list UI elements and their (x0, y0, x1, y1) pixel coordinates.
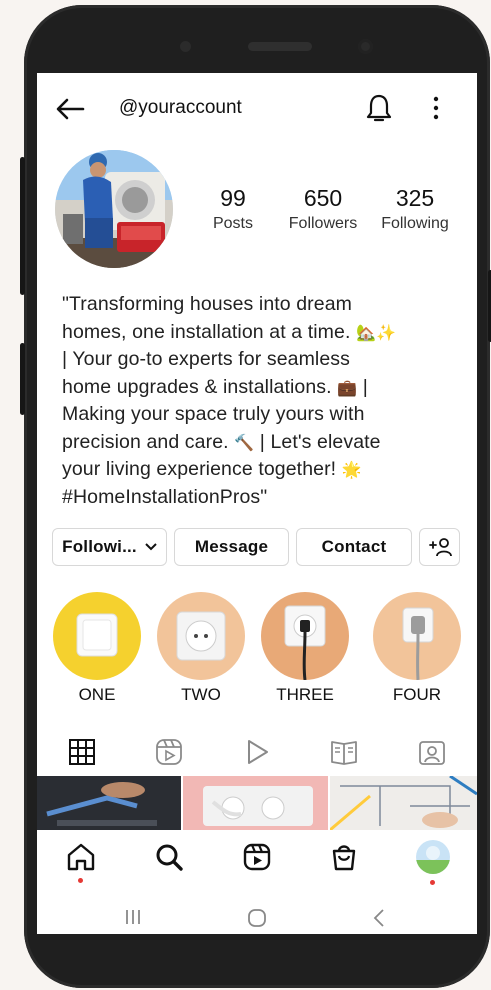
reels-nav-icon[interactable] (242, 842, 272, 872)
back-arrow-icon[interactable] (55, 96, 85, 122)
chevron-down-icon (145, 543, 157, 551)
bio-hashtag[interactable]: #HomeInstallationPros" (62, 484, 462, 512)
message-button[interactable]: Message (174, 528, 289, 566)
plugged-outlet-icon (284, 605, 326, 680)
landscape-avatar (416, 840, 450, 874)
recents-icon[interactable] (124, 908, 142, 926)
post-image-floorplan (330, 776, 477, 830)
highlight-label: THREE (276, 685, 334, 704)
app-screen: @youraccount 99 Posts 650 Followers 325 … (37, 73, 477, 934)
post-thumbnail[interactable] (37, 776, 181, 830)
search-icon[interactable] (154, 842, 184, 872)
front-camera (358, 39, 373, 54)
username: @youraccount (119, 97, 242, 118)
highlight-label: TWO (181, 685, 221, 704)
followers-count: 650 (303, 185, 343, 211)
earpiece-speaker (248, 42, 312, 51)
briefcase-emoji: 💼 (337, 377, 358, 397)
bio-line: your living experience together! 🌟 (62, 458, 362, 480)
tagged-icon[interactable] (418, 738, 446, 766)
highlight-cover (53, 592, 141, 680)
post-thumbnail[interactable] (330, 776, 477, 830)
stat-posts[interactable]: 99 Posts (188, 185, 278, 233)
post-image-outlets (183, 776, 328, 830)
bio-line: | Your go-to experts for seamless (62, 348, 351, 370)
stat-following[interactable]: 325 Following (369, 185, 461, 233)
contact-button[interactable]: Contact (296, 528, 412, 566)
add-person-icon (428, 538, 452, 557)
proximity-sensor (180, 41, 191, 52)
bio-line: "Transforming houses into dream (62, 293, 353, 315)
highlight-one[interactable]: ONE (52, 592, 142, 705)
profile-header: @youraccount (37, 73, 477, 143)
house-emoji: 🏡 (356, 322, 377, 342)
bio-line: homes, one installation at a time. 🏡✨ (62, 320, 397, 343)
highlight-cover (373, 592, 461, 680)
bottom-navigation (37, 830, 477, 900)
following-label: Following (381, 215, 449, 232)
shop-icon[interactable] (329, 842, 359, 872)
system-navigation-bar (37, 900, 477, 934)
message-button-label: Message (194, 537, 269, 556)
profile-photo (55, 150, 173, 268)
profile-bio: "Transforming houses into dream homes, o… (62, 291, 462, 511)
star-emoji: 🌟 (341, 460, 362, 479)
grid-icon[interactable] (68, 738, 96, 766)
highlight-two[interactable]: TWO (156, 592, 246, 705)
add-person-button[interactable] (419, 528, 460, 566)
profile-avatar[interactable] (55, 150, 173, 268)
hammer-emoji: 🔨 (234, 432, 255, 452)
followers-label: Followers (288, 215, 358, 232)
bio-line: Making your space truly yours with (62, 403, 365, 425)
highlight-label: ONE (78, 685, 116, 704)
highlight-cover (157, 592, 245, 680)
bell-icon[interactable] (365, 93, 393, 123)
highlight-three[interactable]: THREE (260, 592, 350, 705)
sparkle-emoji: ✨ (376, 322, 397, 342)
home-icon[interactable] (66, 842, 96, 872)
stat-followers[interactable]: 650 Followers (278, 185, 368, 233)
following-dropdown-button[interactable]: Followi... (52, 528, 167, 566)
volume-down-button (20, 343, 25, 415)
guides-icon[interactable] (330, 738, 358, 766)
post-thumbnail[interactable] (183, 776, 328, 830)
posts-label: Posts (212, 215, 253, 232)
contact-button-label: Contact (321, 537, 387, 556)
posts-count: 99 (220, 185, 246, 211)
home-circle-icon[interactable] (247, 908, 267, 928)
reels-icon[interactable] (155, 738, 183, 766)
back-chevron-icon[interactable] (372, 908, 386, 928)
bio-line: home upgrades & installations. 💼 | (62, 375, 368, 398)
notification-dot (78, 878, 83, 883)
post-image-tools (37, 776, 181, 830)
profile-tab-avatar[interactable] (416, 840, 450, 874)
light-switch-icon (76, 613, 118, 657)
following-button-label: Followi... (62, 537, 137, 556)
highlight-label: FOUR (392, 685, 442, 704)
volume-up-button (20, 157, 25, 295)
following-count: 325 (395, 185, 435, 211)
more-vertical-icon[interactable] (431, 95, 441, 121)
play-icon[interactable] (243, 738, 271, 766)
power-outlet-icon (176, 611, 226, 661)
highlight-four[interactable]: FOUR (372, 592, 462, 705)
highlight-cover (261, 592, 349, 680)
grey-plug-outlet-icon (402, 607, 434, 680)
notification-dot (430, 880, 435, 885)
bio-line: precision and care. 🔨 | Let's elevate (62, 430, 381, 453)
